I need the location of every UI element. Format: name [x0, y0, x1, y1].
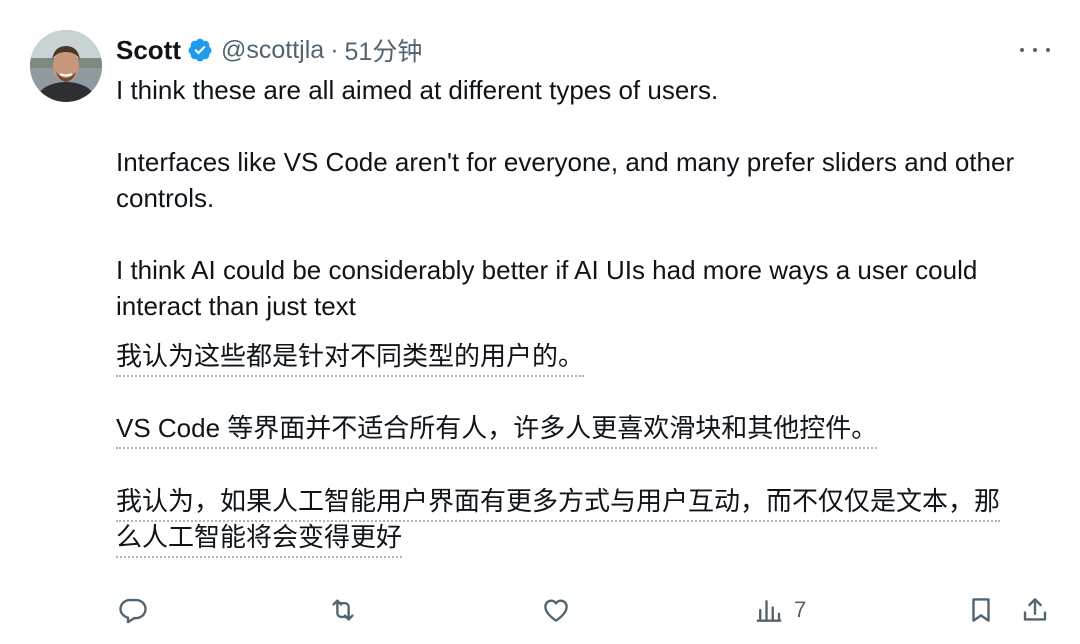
post-time[interactable]: 51分钟 — [345, 32, 423, 68]
more-options-icon[interactable] — [1020, 38, 1050, 62]
like-button[interactable] — [541, 590, 571, 630]
translation-line: VS Code 等界面并不适合所有人，许多人更喜欢滑块和其他控件。 — [116, 413, 878, 449]
translation-line: 我认为这些都是针对不同类型的用户的。 — [116, 341, 585, 377]
tweet-paragraph-1: I think these are all aimed at different… — [116, 75, 719, 105]
verified-badge-icon — [187, 37, 213, 63]
action-bar: 7 — [0, 590, 1080, 630]
tweet-card: Scott @scottjla · 51分钟 I think these are… — [0, 0, 1080, 644]
author-name[interactable]: Scott — [116, 35, 181, 66]
reply-icon — [119, 598, 147, 624]
views-count: 7 — [794, 597, 807, 622]
reply-button[interactable] — [118, 590, 148, 630]
separator-dot: · — [330, 35, 339, 64]
repost-icon — [332, 599, 354, 621]
translation-paragraph-3-cont: 么人工智能将会变得更好 — [116, 519, 1056, 558]
bookmark-icon — [972, 598, 990, 622]
translation-line: 我认为，如果人工智能用户界面有更多方式与用户互动，而不仅仅是文本，那 — [116, 486, 1001, 522]
tweet-paragraph-3: I think AI could be considerably better … — [116, 255, 978, 321]
share-icon — [1023, 598, 1047, 621]
avatar[interactable] — [30, 30, 102, 102]
analytics-icon — [756, 600, 782, 622]
translation-line: 么人工智能将会变得更好 — [116, 522, 403, 558]
repost-button[interactable] — [328, 590, 358, 630]
translation-paragraph-2: VS Code 等界面并不适合所有人，许多人更喜欢滑块和其他控件。 — [116, 410, 1056, 449]
views-button[interactable]: 7 — [754, 590, 806, 630]
avatar-photo — [30, 30, 102, 102]
heart-icon — [544, 599, 568, 622]
author-handle[interactable]: @scottjla — [221, 36, 324, 65]
share-button[interactable] — [1020, 590, 1050, 630]
bookmark-button[interactable] — [966, 590, 996, 630]
translation-paragraph-3: 我认为，如果人工智能用户界面有更多方式与用户互动，而不仅仅是文本，那 — [116, 483, 1056, 522]
tweet-header: Scott @scottjla · 51分钟 — [116, 30, 422, 70]
translation-paragraph-1: 我认为这些都是针对不同类型的用户的。 — [116, 338, 1056, 377]
tweet-paragraph-2: Interfaces like VS Code aren't for every… — [116, 147, 1015, 213]
tweet-text: I think these are all aimed at different… — [116, 72, 1046, 324]
